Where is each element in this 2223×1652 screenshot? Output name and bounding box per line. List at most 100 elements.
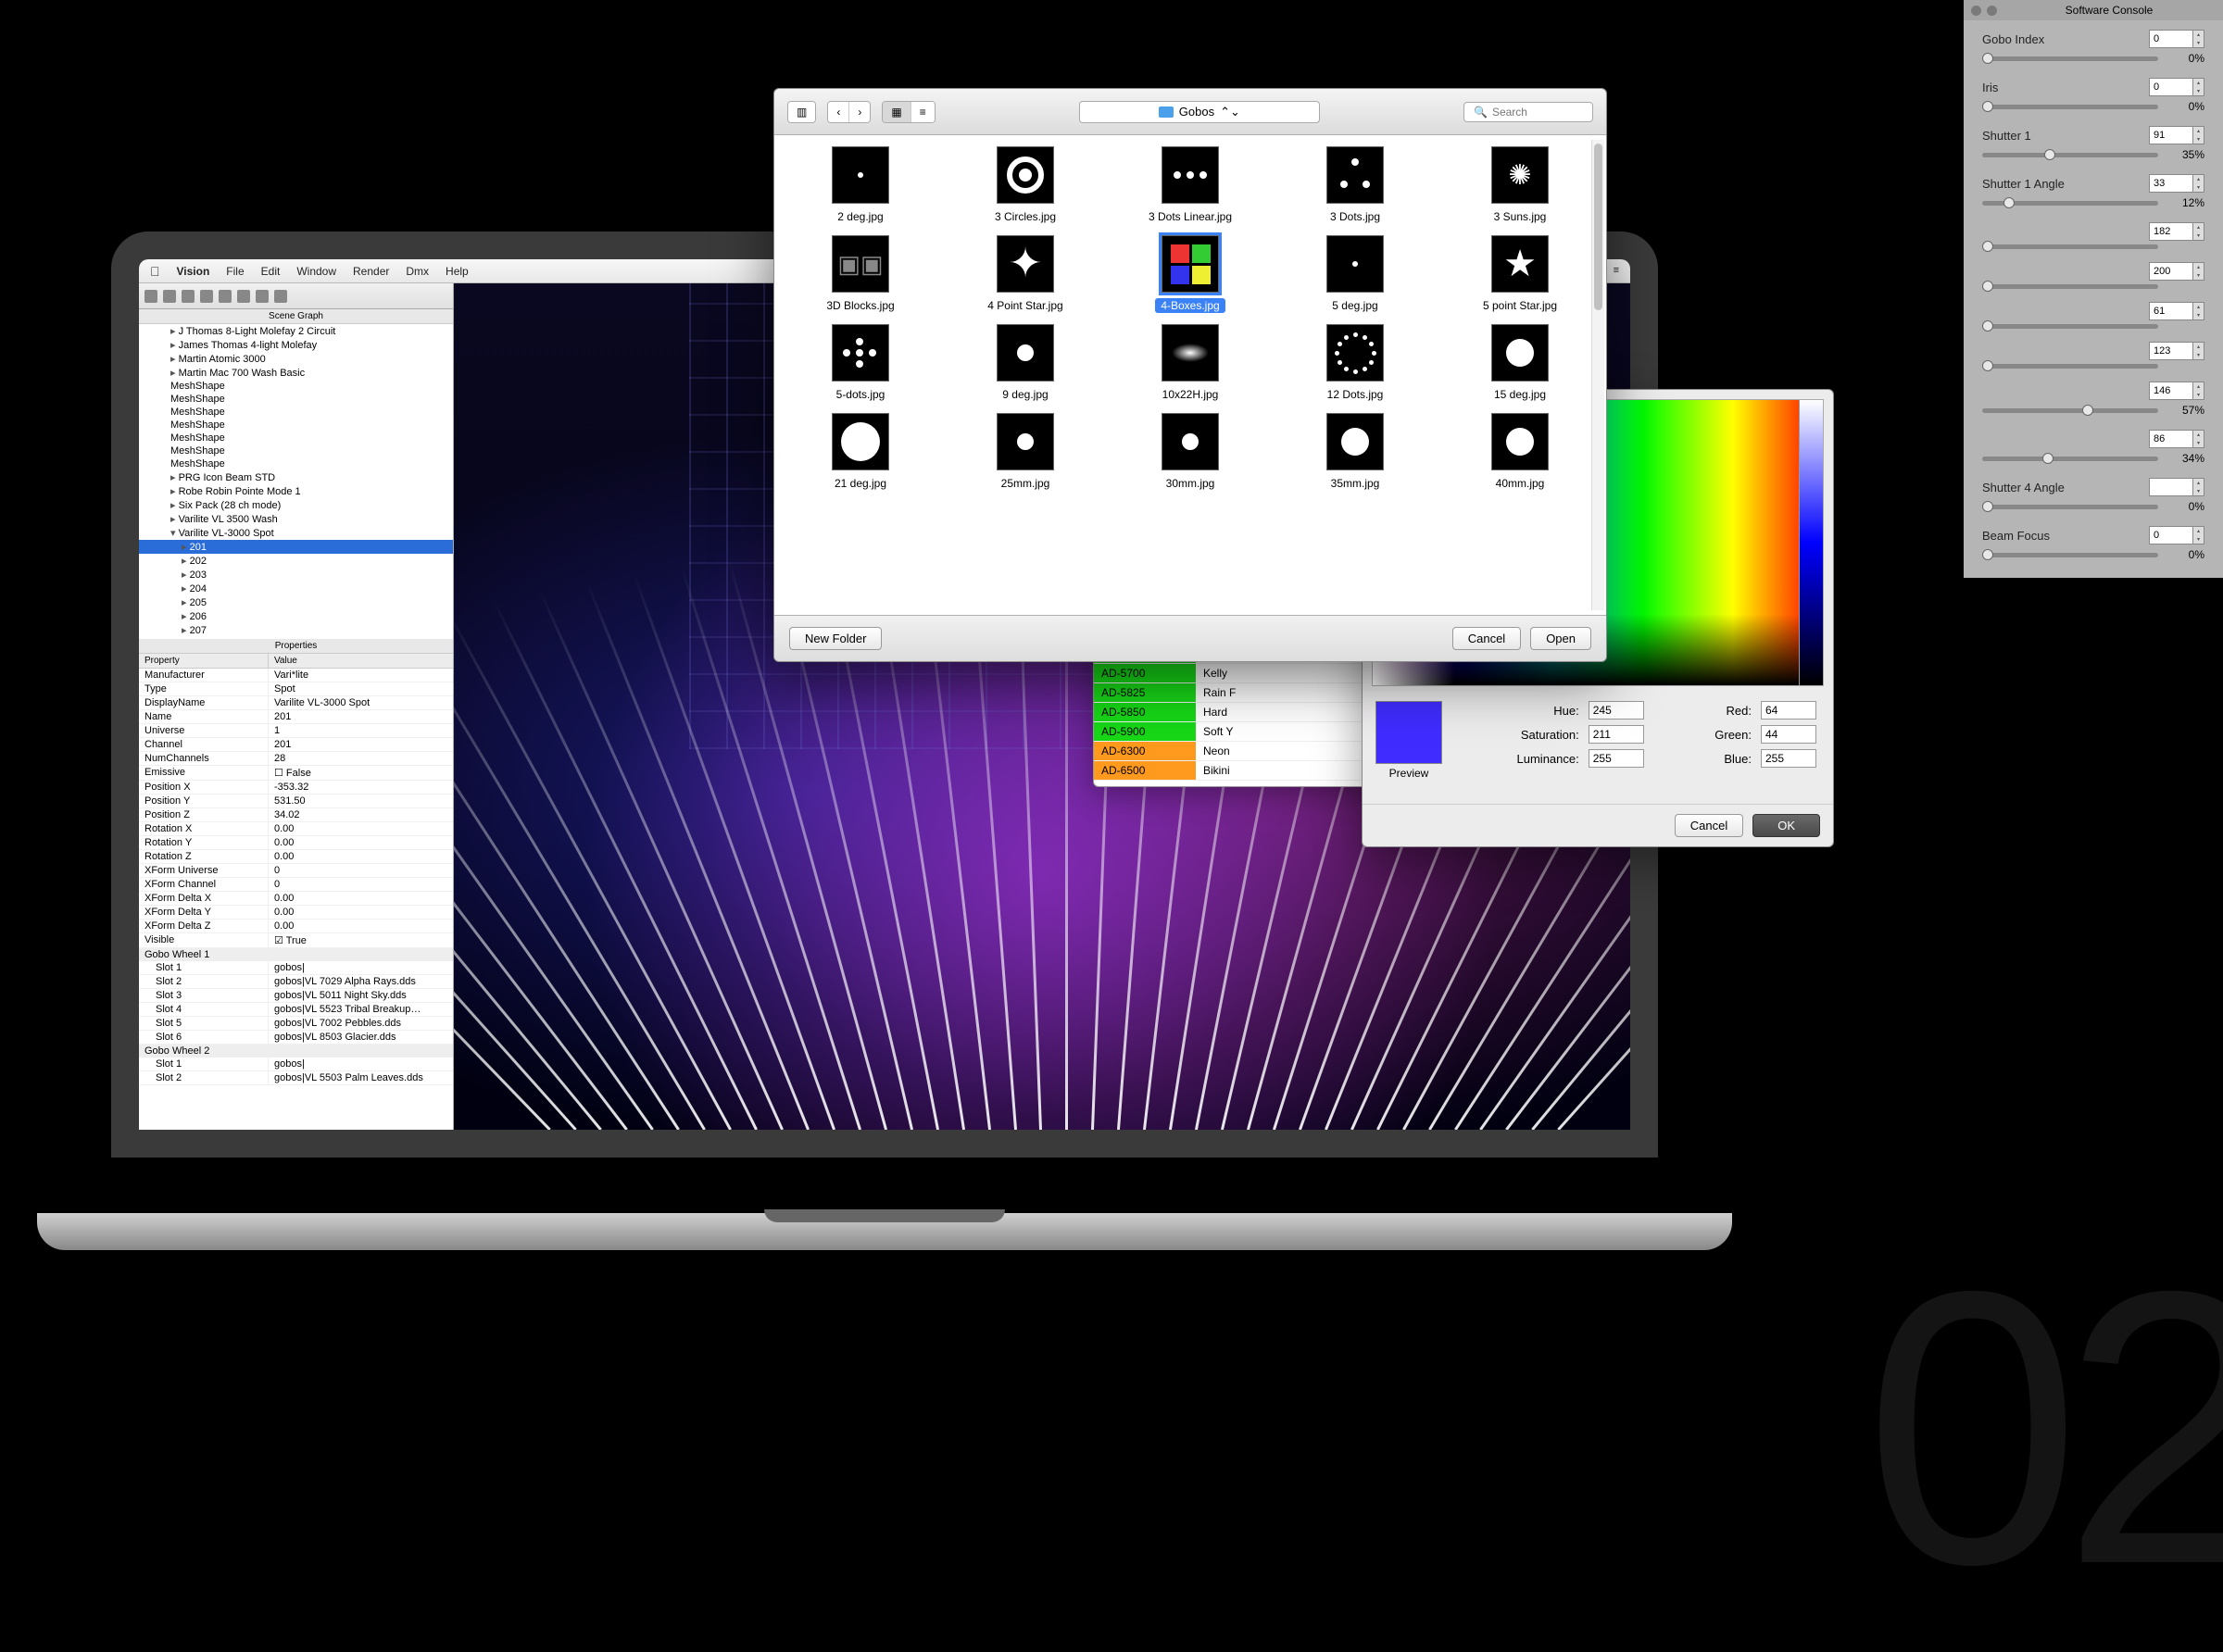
file-item[interactable]: 10x22H.jpg <box>1112 324 1269 402</box>
cancel-button[interactable]: Cancel <box>1452 627 1521 650</box>
value-input[interactable]: 123 <box>2149 342 2193 360</box>
file-item[interactable]: 12 Dots.jpg <box>1276 324 1434 402</box>
tree-item[interactable]: PRG Icon Beam STD <box>139 470 453 484</box>
tree-item[interactable]: 204 <box>139 582 453 595</box>
tree-item[interactable]: 207 <box>139 623 453 637</box>
value-input[interactable]: 86 <box>2149 430 2193 448</box>
property-value[interactable]: 201 <box>269 738 453 751</box>
stepper[interactable]: ▴▾ <box>2193 302 2204 320</box>
value-input[interactable]: 200 <box>2149 262 2193 281</box>
file-item[interactable]: 30mm.jpg <box>1112 413 1269 491</box>
minimize-icon[interactable] <box>1987 6 1997 16</box>
tree-item[interactable]: James Thomas 4-light Molefay <box>139 338 453 352</box>
slider[interactable] <box>1982 105 2158 109</box>
blue-input[interactable] <box>1761 749 1816 768</box>
tree-item[interactable]: MeshShape <box>139 406 453 419</box>
slider[interactable] <box>1982 364 2158 369</box>
tool-icon[interactable] <box>182 290 195 303</box>
stepper[interactable]: ▴▾ <box>2193 342 2204 360</box>
tree-item[interactable]: Martin Mac 700 Wash Basic <box>139 366 453 380</box>
stepper[interactable]: ▴▾ <box>2193 30 2204 48</box>
file-item[interactable]: 25mm.jpg <box>947 413 1104 491</box>
value-input[interactable]: 33 <box>2149 174 2193 193</box>
slider[interactable] <box>1982 244 2158 249</box>
file-item[interactable]: ★5 point Star.jpg <box>1441 235 1599 313</box>
apple-icon[interactable]:  <box>150 264 160 279</box>
menu-extras-icon[interactable]: ≡ <box>1614 265 1619 277</box>
slider[interactable] <box>1982 553 2158 557</box>
property-value[interactable]: 0 <box>269 878 453 891</box>
property-value[interactable]: 0.00 <box>269 892 453 905</box>
file-item[interactable]: ✺3 Suns.jpg <box>1441 146 1599 224</box>
tree-item[interactable]: Varilite VL-3000 Spot <box>139 526 453 540</box>
property-value[interactable]: 531.50 <box>269 795 453 807</box>
tree-item[interactable]: Martin Atomic 3000 <box>139 352 453 366</box>
ok-button[interactable]: OK <box>1752 814 1820 837</box>
value-input[interactable]: 0 <box>2149 526 2193 544</box>
scrollbar[interactable] <box>1591 140 1604 610</box>
tree-item[interactable]: 205 <box>139 595 453 609</box>
gobo-wheel-2-group[interactable]: Gobo Wheel 2 <box>139 1045 453 1058</box>
gobo-wheel-1-group[interactable]: Gobo Wheel 1 <box>139 948 453 961</box>
slider[interactable] <box>1982 153 2158 157</box>
scene-graph-tree[interactable]: J Thomas 8-Light Molefay 2 CircuitJames … <box>139 324 453 639</box>
property-value[interactable]: 28 <box>269 752 453 765</box>
file-item[interactable]: 5-dots.jpg <box>782 324 939 402</box>
app-name[interactable]: Vision <box>177 265 210 278</box>
file-item[interactable]: 35mm.jpg <box>1276 413 1434 491</box>
green-input[interactable] <box>1761 725 1816 744</box>
stepper[interactable]: ▴▾ <box>2193 222 2204 241</box>
forward-button[interactable]: › <box>849 102 870 122</box>
file-item[interactable]: 3 Dots.jpg <box>1276 146 1434 224</box>
icon-view-button[interactable]: ▦ <box>883 102 911 122</box>
luminance-bar[interactable] <box>1799 400 1823 685</box>
property-value[interactable]: 0.00 <box>269 850 453 863</box>
slider[interactable] <box>1982 505 2158 509</box>
cancel-button[interactable]: Cancel <box>1675 814 1743 837</box>
tree-item[interactable]: 202 <box>139 554 453 568</box>
property-value[interactable]: -353.32 <box>269 781 453 794</box>
tree-item[interactable]: MeshShape <box>139 380 453 393</box>
property-value[interactable]: 1 <box>269 724 453 737</box>
file-item[interactable]: 3 Circles.jpg <box>947 146 1104 224</box>
value-input[interactable]: 0 <box>2149 30 2193 48</box>
property-value[interactable]: 0 <box>269 864 453 877</box>
property-value[interactable]: ☐ False <box>269 766 453 780</box>
tree-item[interactable]: MeshShape <box>139 432 453 444</box>
menu-file[interactable]: File <box>226 265 244 278</box>
property-value[interactable]: Spot <box>269 682 453 695</box>
tree-item[interactable]: MeshShape <box>139 444 453 457</box>
new-folder-button[interactable]: New Folder <box>789 627 882 650</box>
tree-item[interactable]: MeshShape <box>139 419 453 432</box>
value-input[interactable]: 61 <box>2149 302 2193 320</box>
menu-edit[interactable]: Edit <box>261 265 281 278</box>
tool-icon[interactable] <box>274 290 287 303</box>
tree-item[interactable]: J Thomas 8-Light Molefay 2 Circuit <box>139 324 453 338</box>
tree-item[interactable]: MeshShape <box>139 457 453 470</box>
stepper[interactable]: ▴▾ <box>2193 126 2204 144</box>
saturation-input[interactable] <box>1589 725 1644 744</box>
slider[interactable] <box>1982 408 2158 413</box>
value-input[interactable] <box>2149 478 2193 496</box>
property-value[interactable]: 0.00 <box>269 906 453 919</box>
folder-dropdown[interactable]: Gobos ⌃⌄ <box>1079 101 1320 123</box>
stepper[interactable]: ▴▾ <box>2193 174 2204 193</box>
tree-item[interactable]: 201 <box>139 540 453 554</box>
file-grid[interactable]: 2 deg.jpg3 Circles.jpg3 Dots Linear.jpg3… <box>782 146 1599 491</box>
stepper[interactable]: ▴▾ <box>2193 478 2204 496</box>
property-value[interactable]: 0.00 <box>269 920 453 932</box>
back-button[interactable]: ‹ <box>828 102 849 122</box>
stepper[interactable]: ▴▾ <box>2193 78 2204 96</box>
tool-icon[interactable] <box>219 290 232 303</box>
property-value[interactable]: ☑ True <box>269 933 453 947</box>
value-input[interactable]: 91 <box>2149 126 2193 144</box>
property-value[interactable]: Vari*lite <box>269 669 453 682</box>
file-item[interactable]: 9 deg.jpg <box>947 324 1104 402</box>
file-item[interactable]: 4-Boxes.jpg <box>1112 235 1269 313</box>
file-item[interactable]: ✦4 Point Star.jpg <box>947 235 1104 313</box>
menu-dmx[interactable]: Dmx <box>406 265 429 278</box>
property-value[interactable]: 0.00 <box>269 822 453 835</box>
search-field[interactable]: 🔍 Search <box>1463 102 1593 122</box>
luminance-input[interactable] <box>1589 749 1644 768</box>
menu-render[interactable]: Render <box>353 265 389 278</box>
